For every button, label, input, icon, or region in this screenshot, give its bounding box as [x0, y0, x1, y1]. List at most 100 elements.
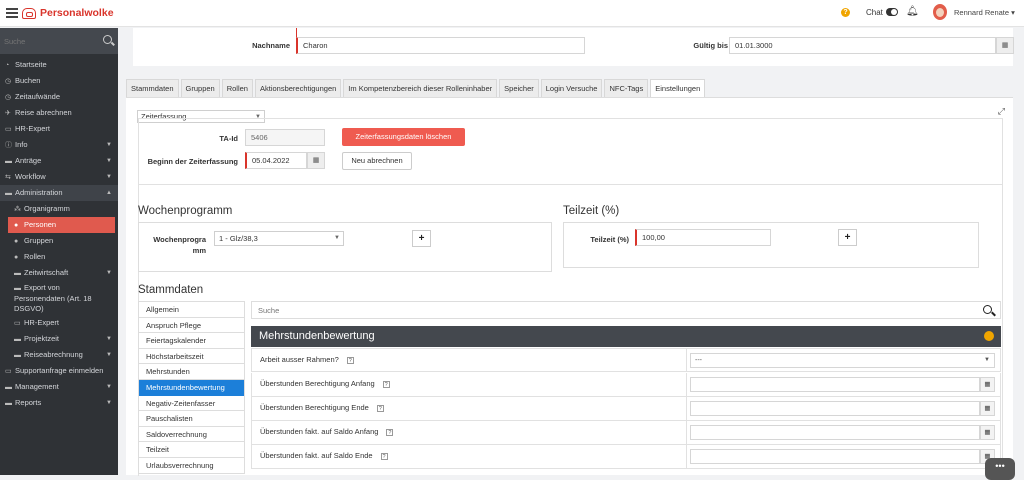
tab-einstellungen[interactable]: Einstellungen	[650, 79, 706, 98]
delete-timetracking-button[interactable]: Zeiterfassungsdaten löschen	[342, 128, 465, 146]
chevron-down-icon: ▼	[106, 384, 112, 390]
sidebar-item-projektzeit[interactable]: ▬ Projektzeit ▼	[0, 331, 118, 347]
avatar[interactable]	[933, 4, 947, 20]
chat-bubble-icon[interactable]: •••	[985, 458, 1015, 480]
list-item-active[interactable]: Mehrstundenbewertung	[139, 379, 244, 396]
top-bar: Personalwolke ? Chat 🔔︎ Rennard Renate ▾	[0, 0, 1024, 27]
sidebar-item-gruppen[interactable]: ● Gruppen	[0, 233, 118, 249]
sidebar-item-supportanfrage[interactable]: ▭ Supportanfrage einmelden	[0, 363, 118, 379]
chevron-down-icon: ▼	[984, 357, 990, 363]
sidebar-item-reise-abrechnen[interactable]: ✈ Reise abrechnen	[0, 105, 118, 121]
date-field[interactable]	[690, 377, 980, 392]
list-item[interactable]: Urlaubsverrechnung	[139, 458, 244, 474]
help-icon[interactable]: ?	[380, 452, 388, 460]
tab-aktionsberechtigungen[interactable]: Aktionsberechtigungen	[254, 79, 342, 97]
list-item[interactable]: Negativ-Zeitenfasser	[139, 396, 244, 412]
sidebar-item-export[interactable]: ▬ Export von Personendaten (Art. 18 DSGVO…	[0, 281, 118, 315]
table-row: Überstunden fakt. auf Saldo Anfang? ▦	[251, 421, 1001, 445]
bell-icon[interactable]: 🔔︎	[906, 6, 919, 17]
tab-gruppen[interactable]: Gruppen	[180, 79, 220, 97]
status-dot-icon	[984, 331, 994, 341]
tab-bar: Stammdaten Gruppen Rollen Aktionsberecht…	[126, 79, 707, 98]
sidebar-item-reiseabrechnung[interactable]: ▬ Reiseabrechnung ▼	[0, 347, 118, 363]
help-icon[interactable]: ?	[386, 428, 394, 436]
sidebar-item-antraege[interactable]: ▬ Anträge ▼	[0, 153, 118, 169]
sidebar-item-personen[interactable]: ● Personen	[8, 217, 115, 233]
person-header-card: Nachname Charon Gültig bis 01.01.3000 ▦	[133, 28, 1014, 66]
user-menu[interactable]: Rennard Renate ▾	[954, 8, 1015, 17]
row-label: Arbeit ausser Rahmen??	[260, 355, 354, 364]
list-item[interactable]: Allgemein	[139, 302, 244, 318]
search-icon[interactable]	[103, 35, 112, 44]
tab-kompetenzbereich[interactable]: Im Kompetenzbereich dieser Rolleninhaber	[343, 79, 498, 97]
add-teilzeit-button[interactable]: +	[838, 229, 857, 246]
tab-login-versuche[interactable]: Login Versuche	[540, 79, 603, 97]
beginn-field[interactable]: 05.04.2022	[245, 152, 307, 169]
app-logo[interactable]: Personalwolke	[22, 6, 114, 20]
calendar-icon[interactable]: ▦	[980, 425, 995, 440]
chevron-down-icon: ▼	[334, 235, 340, 241]
list-item[interactable]: Saldoverrechnung	[139, 427, 244, 443]
list-item[interactable]: Feiertagskalender	[139, 333, 244, 349]
nachname-field[interactable]: Charon	[296, 37, 585, 54]
user-icon: ●	[14, 254, 19, 261]
list-item[interactable]: Höchstarbeitszeit	[139, 349, 244, 365]
gueltig-bis-field[interactable]: 01.01.3000	[729, 37, 996, 54]
sidebar-item-zeitaufwaende[interactable]: ◷ Zeitaufwände	[0, 89, 118, 105]
calendar-icon[interactable]: ▦	[307, 152, 325, 169]
sidebar-item-management[interactable]: ▬ Management ▼	[0, 379, 118, 395]
search-icon[interactable]	[983, 305, 992, 314]
monitor-icon: ▭	[5, 126, 12, 133]
users-icon: ●	[14, 238, 19, 245]
sidebar-item-rollen[interactable]: ● Rollen	[0, 249, 118, 265]
sidebar-item-startseite[interactable]: ◔ Startseite	[0, 57, 118, 73]
sidebar-item-hr-expert-sub[interactable]: ▭ HR-Expert	[0, 315, 118, 331]
tab-speicher[interactable]: Speicher	[499, 79, 539, 97]
tab-rollen[interactable]: Rollen	[221, 79, 253, 97]
arbeit-ausser-rahmen-select[interactable]: --- ▼	[690, 353, 995, 368]
sidebar-item-zeitwirtschaft[interactable]: ▬ Zeitwirtschaft ▼	[0, 265, 118, 281]
monitor-icon: ▭	[14, 320, 21, 327]
sidebar-search-input[interactable]	[4, 34, 96, 48]
calendar-icon[interactable]: ▦	[980, 377, 995, 392]
list-item[interactable]: Mehrstunden	[139, 364, 244, 380]
sidebar-item-administration[interactable]: ▬ Administration ▲	[0, 185, 118, 201]
tab-nfc-tags[interactable]: NFC-Tags	[604, 79, 649, 97]
list-item[interactable]: Teilzeit	[139, 442, 244, 458]
stammdaten-search-input[interactable]	[258, 304, 958, 317]
help-icon[interactable]: ?	[376, 404, 384, 412]
table-row: Überstunden Berechtigung Ende? ▦	[251, 397, 1001, 421]
sidebar-item-hr-expert[interactable]: ▭ HR-Expert	[0, 121, 118, 137]
date-field[interactable]	[690, 401, 980, 416]
row-label: Überstunden Berechtigung Anfang?	[260, 379, 390, 388]
sidebar-item-buchen[interactable]: ◷ Buchen	[0, 73, 118, 89]
help-icon[interactable]: ?	[346, 356, 354, 364]
sidebar: ◔Startseite ◷Buchen ◷Zeitaufwände ✈Reise…	[0, 28, 118, 475]
help-icon[interactable]: ?	[382, 380, 390, 388]
menu-icon[interactable]	[6, 8, 18, 18]
wochenprogramm-select[interactable]: 1 - Glz/38,3 ▼	[214, 231, 344, 246]
recalculate-button[interactable]: Neu abrechnen	[342, 152, 412, 170]
date-field[interactable]	[690, 449, 980, 464]
expand-icon[interactable]: ⤢	[998, 106, 1005, 117]
add-wochenprogramm-button[interactable]: +	[412, 230, 431, 247]
folder-icon: ▬	[5, 400, 12, 407]
sidebar-item-reports[interactable]: ▬ Reports ▼	[0, 395, 118, 411]
divider	[138, 184, 1003, 185]
calendar-icon[interactable]: ▦	[996, 37, 1014, 54]
chat-toggle[interactable]	[886, 8, 898, 16]
date-field[interactable]	[690, 425, 980, 440]
calendar-icon[interactable]: ▦	[980, 401, 995, 416]
tab-stammdaten[interactable]: Stammdaten	[126, 79, 179, 97]
help-icon[interactable]: ?	[841, 8, 850, 17]
chevron-down-icon: ▾	[1011, 8, 1015, 17]
sidebar-item-workflow[interactable]: ⇆ Workflow ▼	[0, 169, 118, 185]
list-item[interactable]: Pauschalisten	[139, 411, 244, 427]
folder-icon: ▬	[14, 336, 21, 343]
app-name: Personalwolke	[40, 7, 114, 19]
teilzeit-field[interactable]: 100,00	[635, 229, 771, 246]
list-item[interactable]: Anspruch Pflege	[139, 318, 244, 334]
sidebar-item-info[interactable]: ⓘ Info ▼	[0, 137, 118, 153]
folder-icon: ▬	[5, 190, 12, 197]
sidebar-item-organigramm[interactable]: ⁂ Organigramm	[0, 201, 118, 217]
